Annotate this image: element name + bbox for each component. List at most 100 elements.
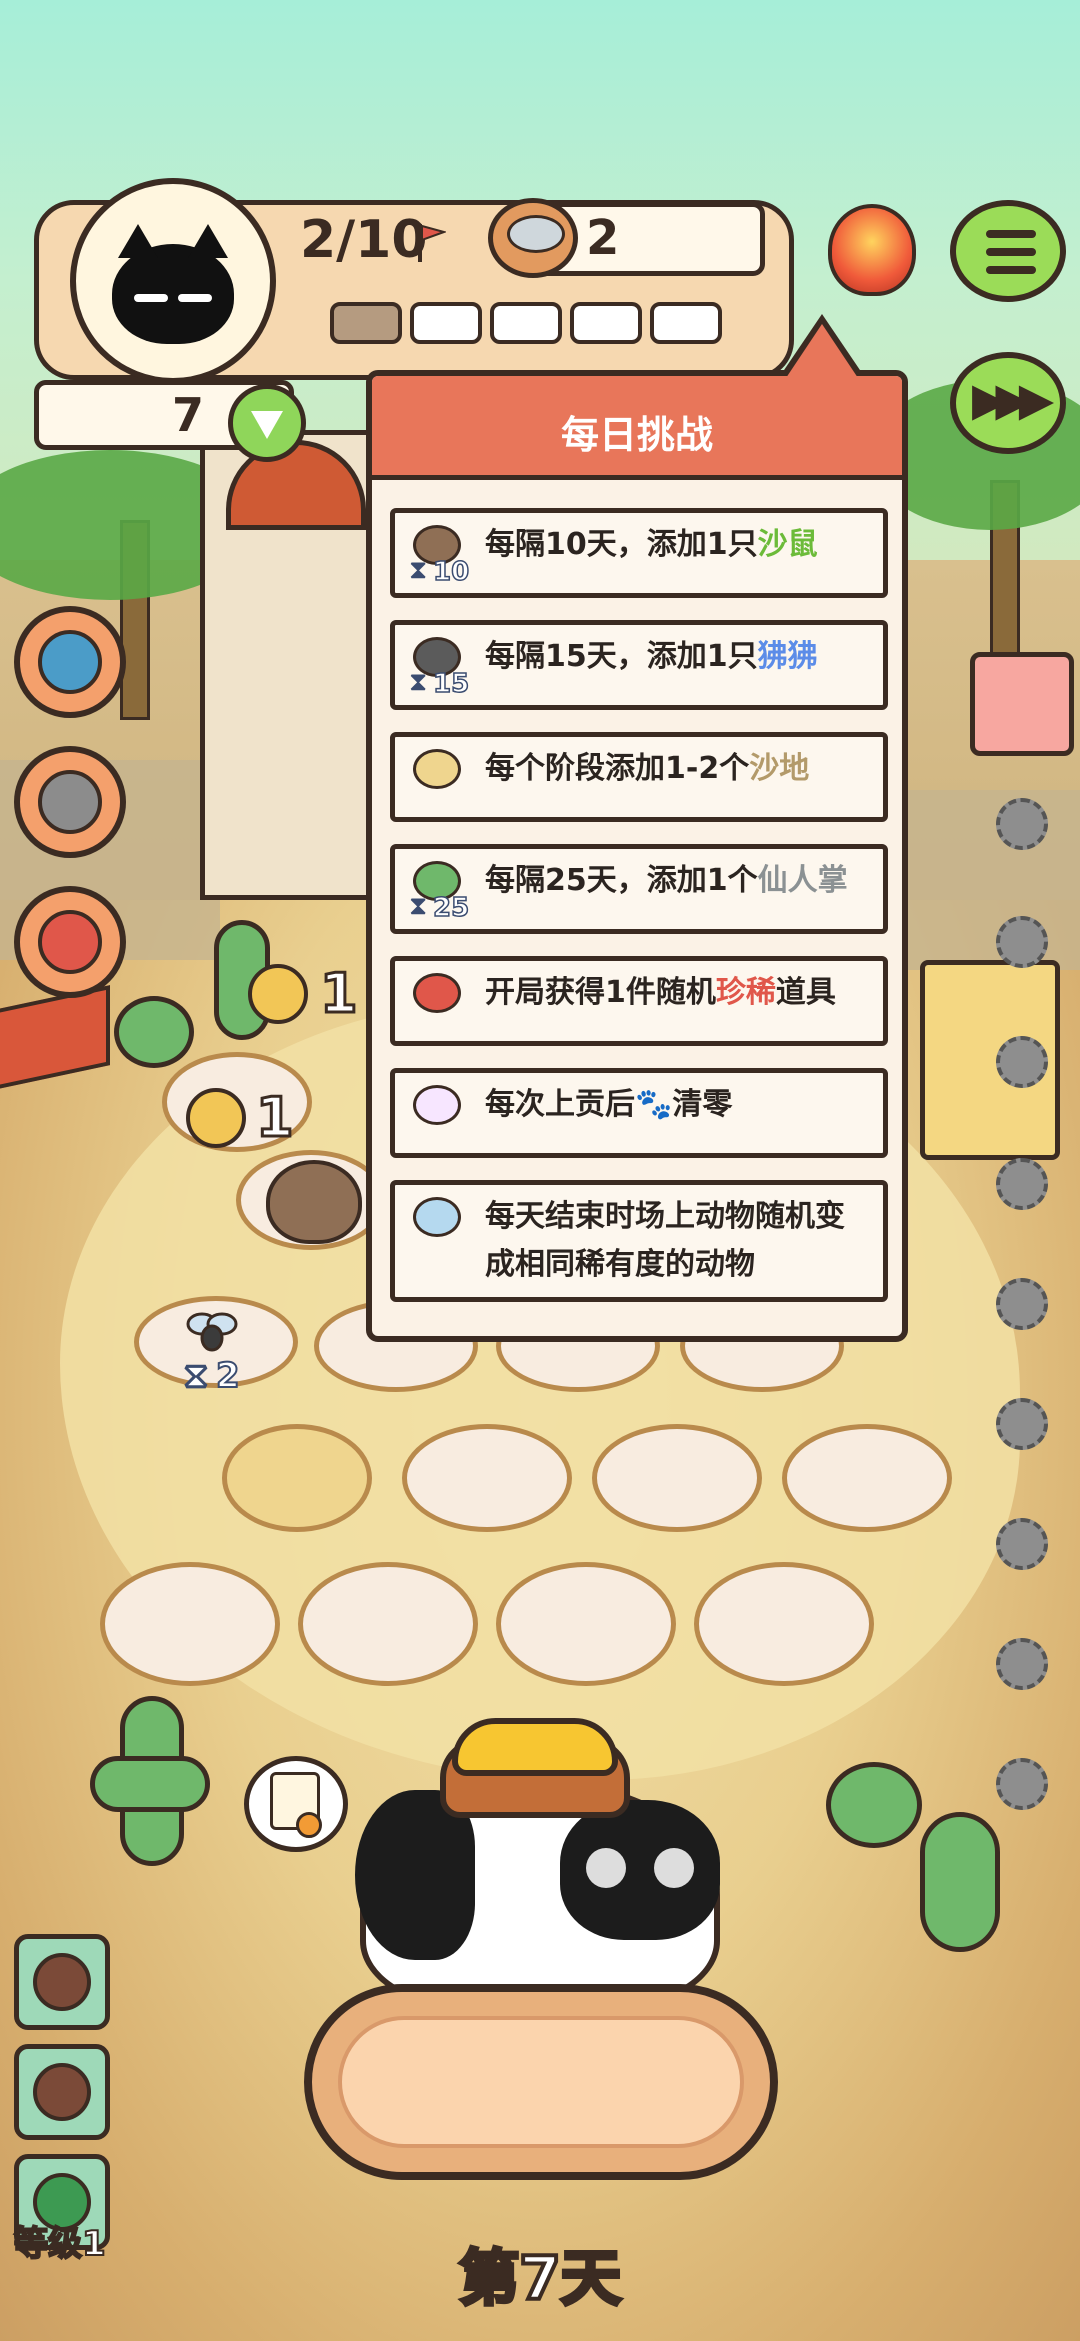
barrel-cactus — [826, 1762, 922, 1848]
challenge-text: 每个阶段添加1-2个沙地 — [485, 745, 809, 793]
challenge-text: 每隔25天，添加1个仙人掌 — [485, 857, 848, 905]
hamster-animal[interactable] — [266, 1160, 362, 1244]
challenge-text-part: 每天结束时场上动物随机变成相同稀有度的动物 — [485, 1199, 845, 1282]
stage-progress-bar — [330, 302, 722, 344]
cheese-topping — [452, 1718, 618, 1776]
challenge-text-part: 每隔25天，添加1个 — [485, 863, 758, 898]
board-tile[interactable] — [298, 1562, 478, 1686]
rock-wall-right — [900, 790, 1080, 970]
stage-segment — [650, 302, 722, 344]
collection-button[interactable] — [14, 1934, 110, 2030]
flag-icon — [418, 224, 446, 262]
challenge-item: 每个阶段添加1-2个沙地 — [390, 732, 888, 822]
board-tile[interactable] — [100, 1562, 280, 1686]
board-tile[interactable] — [402, 1424, 572, 1532]
paw-icon — [248, 964, 308, 1024]
mosquito-timer: 2 — [215, 1355, 241, 1397]
challenge-list: ⧗ 10 每隔10天，添加1只沙鼠 ⧗ 15 每隔15天，添加1只狒狒每个阶段添加1-2个… — [390, 508, 890, 1324]
board-tile[interactable] — [592, 1424, 762, 1532]
item-slot-button[interactable] — [14, 886, 126, 998]
locked-slot-icon — [996, 1638, 1048, 1690]
locked-slot-icon — [996, 798, 1048, 850]
bag-button[interactable] — [14, 2044, 110, 2140]
challenge-text-part: 开局获得1件随机 — [485, 975, 716, 1010]
hearts-count: 7 — [172, 388, 205, 442]
day-counter: 第7天 — [457, 2242, 623, 2316]
stage-segment — [330, 302, 402, 344]
board-tile[interactable] — [782, 1424, 952, 1532]
locked-slot-icon — [996, 1036, 1048, 1088]
monkey-icon: ⧗ 15 — [405, 633, 470, 700]
hourglass-icon: ⧗ — [409, 555, 428, 585]
highlight-text: 狒狒 — [757, 639, 818, 674]
popup-title: 每日挑战 — [560, 413, 713, 457]
challenge-item: 每次上贡后🐾清零 — [390, 1068, 888, 1158]
challenge-text-part: 每个阶段添加1-2个 — [485, 751, 750, 786]
coin-count: 2 — [586, 210, 620, 266]
sand-flag-icon — [405, 745, 469, 809]
challenge-item: 每天结束时场上动物随机变成相同稀有度的动物 — [390, 1180, 888, 1302]
transform-icon — [405, 1193, 469, 1257]
challenge-text: 每天结束时场上动物随机变成相同稀有度的动物 — [485, 1193, 873, 1289]
animal-book-icon — [33, 1953, 91, 2011]
gift-box-icon — [405, 969, 469, 1033]
challenge-text: 每次上贡后🐾清零 — [485, 1081, 732, 1129]
locked-slot-icon — [996, 1758, 1048, 1810]
challenge-text-part: 每隔10天，添加1只 — [485, 527, 758, 562]
item-slot-button[interactable] — [14, 746, 126, 858]
bag-icon — [33, 2063, 91, 2121]
barrel-cactus[interactable] — [114, 996, 194, 1068]
gift-pig-button[interactable] — [970, 652, 1074, 756]
hourglass-icon: ⧗ — [409, 667, 428, 697]
potion-icon — [38, 630, 102, 694]
end-day-button[interactable] — [304, 1984, 778, 2180]
paw-print-icon — [338, 2016, 744, 2148]
cat-avatar-icon — [112, 224, 234, 344]
locked-slot-icon — [996, 1158, 1048, 1210]
popup-header: 每日挑战 — [372, 376, 902, 480]
locked-slot-icon — [996, 916, 1048, 968]
challenge-item: 开局获得1件随机珍稀道具 — [390, 956, 888, 1046]
food-bowl-icon — [488, 198, 578, 278]
goal-progress: 2/10 — [300, 210, 428, 270]
sand-tile[interactable] — [222, 1424, 372, 1532]
board-tile[interactable] — [496, 1562, 676, 1686]
challenge-text-part: 🐾 — [635, 1087, 673, 1122]
challenge-item: ⧗ 10 每隔10天，添加1只沙鼠 — [390, 508, 888, 598]
challenge-text: 开局获得1件随机珍稀道具 — [485, 969, 836, 1017]
fast-forward-icon: ▶▶▶ — [972, 372, 1054, 426]
locked-slot-icon — [996, 1518, 1048, 1570]
challenge-text-part: 每隔15天，添加1只 — [485, 639, 758, 674]
mosquito-animal[interactable] — [180, 1310, 244, 1356]
cactus-icon: ⧗ 25 — [405, 857, 470, 924]
flame-infinity-icon[interactable] — [828, 204, 916, 296]
daily-challenge-popup: 每日挑战 ⧗ 10 每隔10天，添加1只沙鼠 ⧗ 15 每隔15天，添加1只狒狒每个阶段添… — [366, 370, 908, 1342]
challenge-text-part: 每次上贡后 — [485, 1087, 635, 1122]
player-avatar[interactable] — [70, 178, 276, 384]
bowl-icon — [38, 770, 102, 834]
paw-icon — [186, 1088, 246, 1148]
stage-segment — [410, 302, 482, 344]
paw-count: 1 — [319, 961, 360, 1027]
offering-icon — [405, 1081, 469, 1145]
fast-forward-button[interactable]: ▶▶▶ — [950, 352, 1066, 454]
item-slot-button[interactable] — [14, 606, 126, 718]
highlight-text: 珍稀 — [715, 975, 776, 1010]
stage-segment — [570, 302, 642, 344]
board-tile[interactable] — [694, 1562, 874, 1686]
hourglass-icon: ⧗ — [183, 1355, 209, 1397]
heart-icon — [228, 384, 306, 462]
stage-segment — [490, 302, 562, 344]
hourglass-icon: ⧗ — [409, 891, 428, 921]
popup-pointer-fill — [786, 324, 858, 378]
challenge-item: ⧗ 15 每隔15天，添加1只狒狒 — [390, 620, 888, 710]
locked-slot-icon — [996, 1398, 1048, 1450]
toy-icon — [38, 910, 102, 974]
challenge-timer: 25 — [432, 892, 470, 924]
highlight-text: 沙鼠 — [757, 527, 818, 562]
challenge-text: 每隔10天，添加1只沙鼠 — [485, 521, 818, 569]
medal-icon — [296, 1812, 322, 1838]
level-label: 等级1 — [13, 2223, 107, 2265]
locked-slot-icon — [996, 1278, 1048, 1330]
menu-button[interactable] — [950, 200, 1066, 302]
